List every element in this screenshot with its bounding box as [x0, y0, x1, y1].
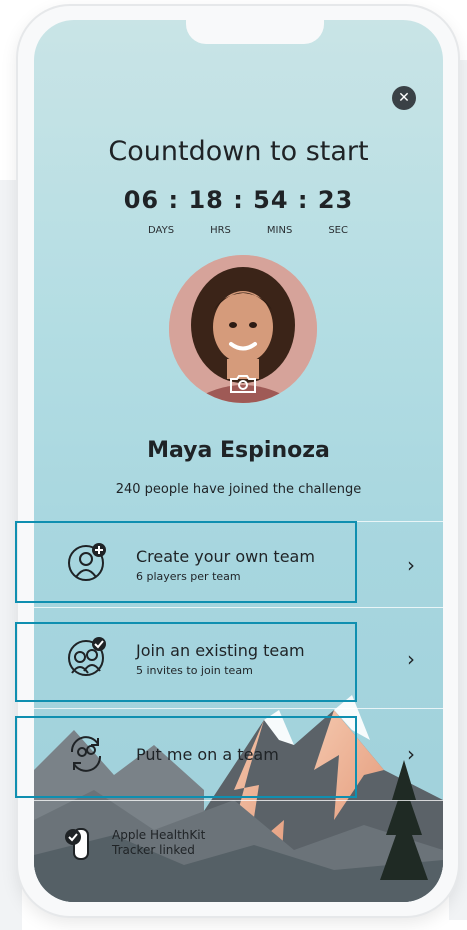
joined-count-text: 240 people have joined the challenge	[115, 482, 362, 497]
chevron-right-icon: ›	[407, 647, 415, 671]
countdown-units: DAYS HRS MINS SEC	[148, 225, 348, 236]
divider	[34, 708, 443, 709]
close-button[interactable]: ✕	[392, 86, 416, 110]
divider	[34, 800, 443, 801]
user-name: Maya Espinoza	[147, 438, 330, 463]
countdown-title: Countdown to start	[108, 136, 369, 167]
highlight-put-me-on-team	[15, 716, 357, 798]
unit-minutes: MINS	[266, 225, 293, 236]
highlight-create-team	[15, 521, 357, 603]
phone-notch	[186, 20, 324, 44]
chevron-right-icon: ›	[407, 742, 415, 766]
tracker-line2: Tracker linked	[112, 843, 195, 857]
camera-button[interactable]	[227, 372, 259, 396]
tracker-label: Apple HealthKit Tracker linked	[112, 828, 205, 858]
countdown-timer: 06 : 18 : 54 : 23	[123, 186, 354, 214]
tracker-line1: Apple HealthKit	[112, 828, 206, 842]
unit-seconds: SEC	[328, 225, 348, 236]
chevron-right-icon: ›	[407, 553, 415, 577]
tracker-status: Apple HealthKit Tracker linked	[62, 823, 205, 863]
close-icon: ✕	[398, 90, 410, 106]
camera-icon	[230, 375, 256, 393]
divider	[34, 607, 443, 608]
wearable-tracker-icon	[65, 828, 89, 860]
highlight-join-team	[15, 622, 357, 702]
unit-hours: HRS	[210, 225, 231, 236]
unit-days: DAYS	[148, 225, 175, 236]
